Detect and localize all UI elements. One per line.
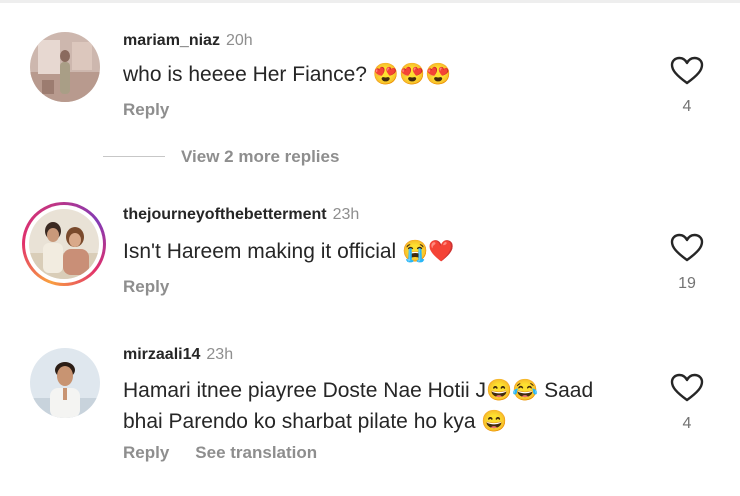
reply-button[interactable]: Reply	[123, 443, 169, 462]
comment-meta: mariam_niaz 20h	[123, 32, 253, 50]
comment-actions: Reply See translation	[123, 443, 343, 463]
comment-text: who is heeee Her Fiance? 😍😍😍	[123, 63, 452, 86]
comment-meta: mirzaali14 23h	[123, 346, 233, 364]
username[interactable]: mirzaali14	[123, 346, 200, 363]
heart-outline-icon[interactable]	[670, 233, 704, 263]
timestamp: 20h	[225, 32, 253, 49]
like-count: 4	[682, 98, 692, 115]
see-translation-button[interactable]: See translation	[195, 443, 317, 462]
comment-actions: Reply	[123, 100, 195, 120]
reply-button[interactable]: Reply	[123, 100, 169, 119]
comment-text: Isn't Hareem making it official 😭❤️	[123, 240, 455, 263]
comment-text-line: bhai Parendo ko sharbat pilate ho kya 😄	[123, 410, 508, 433]
username[interactable]: mariam_niaz	[123, 32, 220, 49]
replies-divider	[103, 156, 165, 157]
like-count: 4	[682, 415, 692, 432]
timestamp: 23h	[206, 346, 234, 363]
timestamp: 23h	[332, 206, 360, 223]
avatar[interactable]	[29, 209, 99, 279]
reply-button[interactable]: Reply	[123, 277, 169, 296]
comment-actions: Reply	[123, 277, 195, 297]
comment-meta: thejourneyofthebetterment 23h	[123, 206, 359, 224]
username[interactable]: thejourneyofthebetterment	[123, 206, 327, 223]
comment-text-line: Hamari itnee piayree Doste Nae Hotii J😄😂…	[123, 379, 594, 402]
view-more-replies-button[interactable]: View 2 more replies	[181, 147, 339, 167]
top-divider	[0, 0, 740, 3]
heart-outline-icon[interactable]	[670, 373, 704, 403]
story-ring[interactable]	[22, 202, 106, 286]
avatar[interactable]	[30, 32, 100, 102]
comment-text: Hamari itnee piayree Doste Nae Hotii J😄😂…	[123, 375, 633, 437]
heart-outline-icon[interactable]	[670, 56, 704, 86]
avatar[interactable]	[30, 348, 100, 418]
like-count: 19	[678, 275, 696, 292]
